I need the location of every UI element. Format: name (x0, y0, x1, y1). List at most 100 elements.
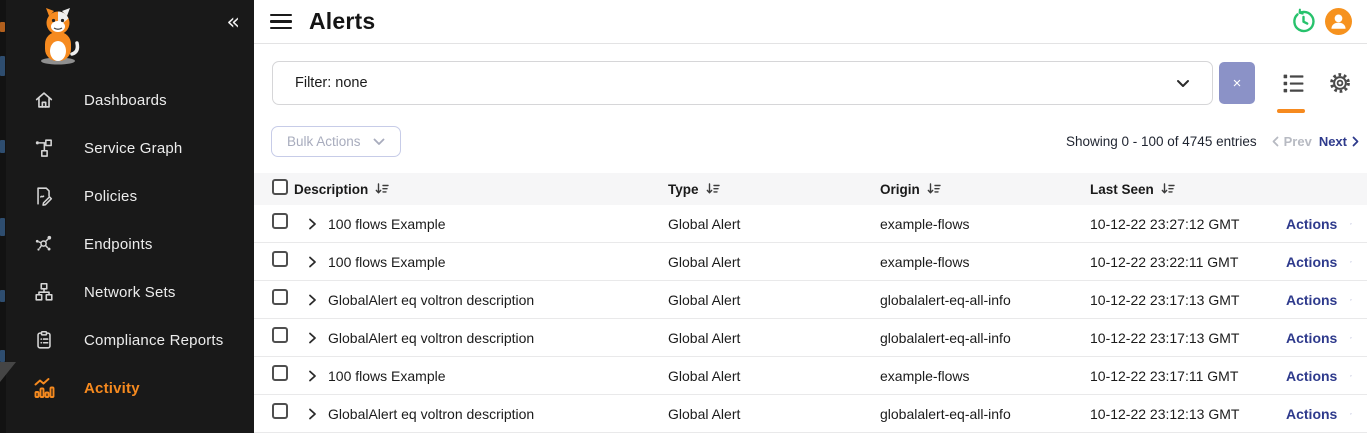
chevron-down-icon (1350, 372, 1352, 380)
alert-origin: example-flows (880, 216, 1090, 232)
alert-origin: globalalert-eq-all-info (880, 330, 1090, 346)
alert-origin: example-flows (880, 368, 1090, 384)
row-actions-button[interactable]: Actions (1286, 368, 1352, 384)
select-all-checkbox[interactable] (272, 179, 288, 195)
next-page-button[interactable]: Next (1319, 134, 1359, 149)
home-icon (32, 88, 56, 112)
sidebar-item-label: Dashboards (84, 92, 167, 109)
list-view-icon[interactable] (1279, 69, 1307, 97)
chevron-down-icon (1350, 334, 1352, 342)
history-icon[interactable] (1289, 8, 1317, 36)
page-title: Alerts (309, 8, 375, 35)
alert-origin: globalalert-eq-all-info (880, 292, 1090, 308)
row-checkbox[interactable] (272, 251, 288, 267)
expand-chevron-icon[interactable] (308, 332, 317, 344)
pagination: Prev Next (1272, 134, 1359, 149)
sidebar-collapse-button[interactable]: « (227, 12, 240, 34)
row-actions-button[interactable]: Actions (1286, 254, 1352, 270)
expand-chevron-icon[interactable] (308, 370, 317, 382)
main-content: Alerts (254, 0, 1367, 433)
column-header-type[interactable]: Type (668, 182, 880, 197)
app-window: « Dashboards Servic (0, 0, 1367, 433)
prev-page-button[interactable]: Prev (1272, 134, 1312, 149)
sidebar-item-label: Compliance Reports (84, 332, 224, 349)
corner-flag (0, 362, 16, 382)
alert-origin: example-flows (880, 254, 1090, 270)
activity-icon (32, 376, 56, 400)
row-checkbox[interactable] (272, 403, 288, 419)
row-checkbox[interactable] (272, 327, 288, 343)
sort-icon (375, 183, 389, 195)
expand-chevron-icon[interactable] (308, 256, 317, 268)
row-checkbox[interactable] (272, 213, 288, 229)
chevron-down-icon (1176, 79, 1190, 88)
chevron-down-icon (1350, 220, 1352, 228)
sidebar: « Dashboards Servic (6, 0, 254, 433)
alert-type: Global Alert (668, 216, 880, 232)
expand-chevron-icon[interactable] (308, 218, 317, 230)
alert-type: Global Alert (668, 368, 880, 384)
top-bar: Alerts (254, 0, 1367, 44)
column-header-description[interactable]: Description (294, 182, 668, 197)
edge-marker (0, 22, 5, 32)
sidebar-item-label: Activity (84, 380, 140, 397)
sort-icon (706, 183, 720, 195)
alert-last-seen: 10-12-22 23:17:11 GMT (1090, 368, 1286, 384)
edge-marker (0, 290, 5, 302)
sidebar-item-network-sets[interactable]: Network Sets (6, 268, 254, 316)
endpoints-icon (32, 232, 56, 256)
sidebar-item-compliance-reports[interactable]: Compliance Reports (6, 316, 254, 364)
calico-cat-logo (25, 6, 91, 66)
showing-entries-text: Showing 0 - 100 of 4745 entries (1066, 134, 1257, 149)
alert-last-seen: 10-12-22 23:17:13 GMT (1090, 292, 1286, 308)
alert-description: 100 flows Example (328, 216, 446, 232)
alert-last-seen: 10-12-22 23:22:11 GMT (1090, 254, 1286, 270)
sidebar-item-partial[interactable] (6, 412, 254, 420)
table-row: 100 flows Example Global Alert example-f… (254, 357, 1367, 395)
row-actions-button[interactable]: Actions (1286, 406, 1352, 422)
sidebar-item-service-graph[interactable]: Service Graph (6, 124, 254, 172)
row-checkbox[interactable] (272, 289, 288, 305)
sort-icon (1161, 183, 1175, 195)
row-actions-button[interactable]: Actions (1286, 292, 1352, 308)
sidebar-item-label: Endpoints (84, 236, 153, 253)
sidebar-item-endpoints[interactable]: Endpoints (6, 220, 254, 268)
alert-last-seen: 10-12-22 23:12:13 GMT (1090, 406, 1286, 422)
row-checkbox[interactable] (272, 365, 288, 381)
clear-filter-button[interactable]: × (1219, 62, 1255, 104)
alerts-table: Description Type Origin (254, 173, 1367, 433)
sidebar-item-policies[interactable]: Policies (6, 172, 254, 220)
chevron-down-icon (1350, 296, 1352, 304)
expand-chevron-icon[interactable] (308, 294, 317, 306)
table-row: 100 flows Example Global Alert example-f… (254, 205, 1367, 243)
hamburger-icon[interactable] (270, 14, 292, 30)
expand-chevron-icon[interactable] (308, 408, 317, 420)
compliance-reports-icon (32, 328, 56, 352)
table-row: 100 flows Example Global Alert example-f… (254, 243, 1367, 281)
edge-marker (0, 56, 5, 76)
edge-marker (0, 350, 5, 362)
close-icon: × (1233, 75, 1242, 92)
network-sets-icon (32, 280, 56, 304)
chevron-down-icon (373, 138, 385, 146)
chevron-down-icon (1350, 258, 1352, 266)
chevron-right-icon (1352, 136, 1359, 147)
bulk-actions-button[interactable]: Bulk Actions (271, 126, 401, 157)
row-actions-button[interactable]: Actions (1286, 330, 1352, 346)
alert-last-seen: 10-12-22 23:17:13 GMT (1090, 330, 1286, 346)
alert-description: 100 flows Example (328, 368, 446, 384)
row-actions-button[interactable]: Actions (1286, 216, 1352, 232)
filter-select[interactable]: Filter: none (272, 61, 1213, 105)
gear-icon[interactable] (1326, 69, 1354, 97)
column-header-origin[interactable]: Origin (880, 182, 1090, 197)
sidebar-item-label: Network Sets (84, 284, 176, 301)
bulk-actions-label: Bulk Actions (287, 134, 361, 149)
sort-icon (927, 183, 941, 195)
sidebar-item-label: Policies (84, 188, 137, 205)
alert-last-seen: 10-12-22 23:27:12 GMT (1090, 216, 1286, 232)
sidebar-item-activity[interactable]: Activity (6, 364, 254, 412)
user-avatar-icon[interactable] (1324, 8, 1352, 36)
column-header-last-seen[interactable]: Last Seen (1090, 182, 1286, 197)
sidebar-item-dashboards[interactable]: Dashboards (6, 76, 254, 124)
edge-marker (0, 140, 5, 153)
